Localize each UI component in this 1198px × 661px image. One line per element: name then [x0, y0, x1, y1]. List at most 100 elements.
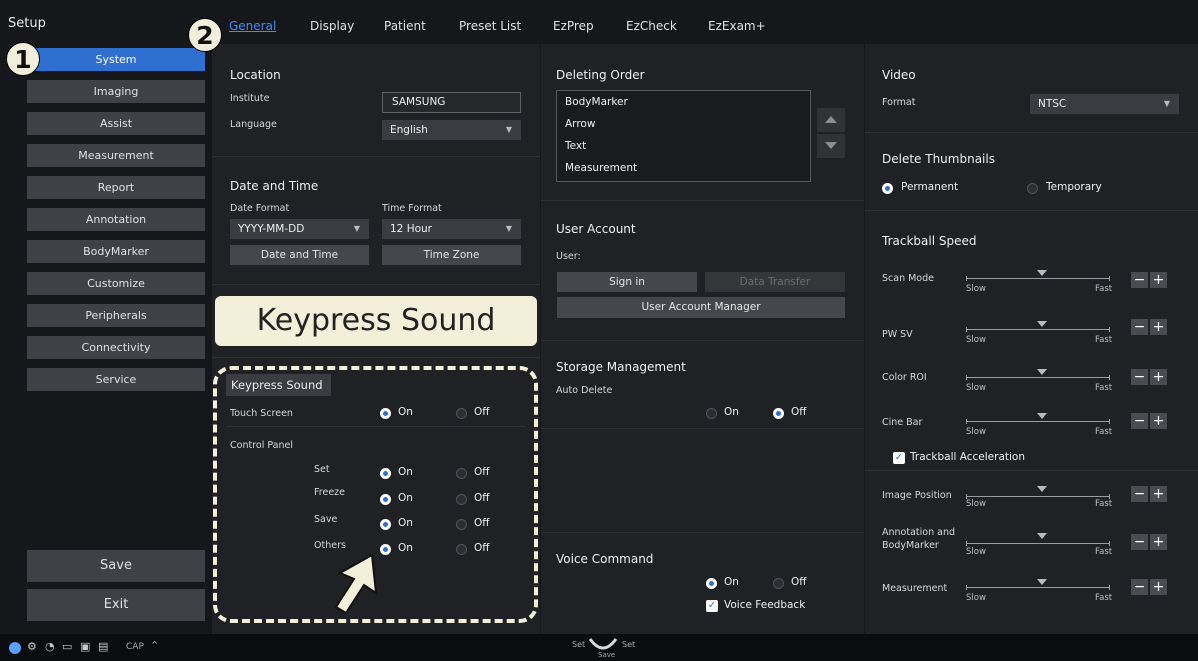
exit-button[interactable]: Exit: [27, 589, 205, 621]
user-icon[interactable]: [9, 642, 21, 654]
color-roi-slider[interactable]: [966, 377, 1110, 378]
tab-patient[interactable]: Patient: [384, 19, 426, 33]
language-dropdown[interactable]: English ▼: [382, 120, 521, 140]
sidebar-item-peripherals[interactable]: Peripherals: [27, 304, 205, 327]
annotation-slider[interactable]: [966, 543, 1110, 544]
date-format-dropdown[interactable]: YYYY-MM-DD ▼: [230, 219, 369, 239]
thumbnails-temporary-radio[interactable]: [1027, 183, 1038, 194]
tab-preset-list[interactable]: Preset List: [459, 19, 521, 33]
image-position-label: Image Position: [882, 490, 952, 501]
cine-bar-slider[interactable]: [966, 421, 1110, 422]
increase-button[interactable]: +: [1150, 486, 1167, 502]
language-value: English: [390, 124, 428, 136]
move-up-button[interactable]: [817, 108, 845, 132]
scan-mode-slider[interactable]: [966, 278, 1110, 279]
slider-thumb[interactable]: [1037, 579, 1047, 585]
arrow-down-icon: [825, 142, 837, 149]
slow-label: Slow: [966, 499, 986, 509]
decrease-button[interactable]: −: [1131, 579, 1148, 595]
video-format-dropdown[interactable]: NTSC ▼: [1030, 94, 1179, 114]
dvr-icon[interactable]: ▣: [80, 640, 90, 653]
keypress-sound-callout: Keypress Sound: [215, 296, 537, 346]
network-icon[interactable]: ⚙: [27, 640, 37, 653]
sidebar-item-report[interactable]: Report: [27, 176, 205, 199]
voice-on-label: On: [724, 576, 739, 588]
voice-on-radio[interactable]: [706, 578, 717, 589]
tab-ezexam[interactable]: EzExam+: [708, 19, 766, 33]
measurement-slider[interactable]: [966, 587, 1110, 588]
deleting-order-list[interactable]: BodyMarker Arrow Text Measurement: [556, 90, 811, 182]
increase-button[interactable]: +: [1150, 369, 1167, 385]
thumbnails-temporary-label: Temporary: [1046, 181, 1102, 193]
video-format-label: Format: [882, 97, 916, 108]
sidebar-item-annotation[interactable]: Annotation: [27, 208, 205, 231]
increase-button[interactable]: +: [1150, 319, 1167, 335]
increase-button[interactable]: +: [1150, 534, 1167, 550]
timer-icon[interactable]: ◔: [45, 640, 55, 653]
institute-input[interactable]: SAMSUNG: [382, 92, 521, 113]
auto-delete-off-radio[interactable]: [773, 408, 784, 419]
save-button[interactable]: Save: [27, 550, 205, 582]
chevron-down-icon: ▼: [505, 224, 512, 233]
fast-label: Fast: [1095, 593, 1113, 603]
sidebar-item-imaging[interactable]: Imaging: [27, 80, 205, 103]
move-down-button[interactable]: [817, 134, 845, 158]
tab-general[interactable]: General: [229, 19, 276, 33]
time-format-label: Time Format: [382, 203, 442, 214]
user-account-manager-button[interactable]: User Account Manager: [557, 297, 845, 318]
sidebar-item-system[interactable]: System: [27, 48, 205, 71]
voice-off-radio[interactable]: [773, 578, 784, 589]
slider-tick: [966, 585, 967, 590]
decrease-button[interactable]: −: [1131, 319, 1148, 335]
video-title: Video: [882, 68, 916, 82]
tab-ezcheck[interactable]: EzCheck: [626, 19, 677, 33]
time-zone-button[interactable]: Time Zone: [382, 245, 521, 265]
slider-thumb[interactable]: [1037, 533, 1047, 539]
list-item[interactable]: BodyMarker: [565, 96, 628, 108]
sidebar-item-connectivity[interactable]: Connectivity: [27, 336, 205, 359]
sign-in-button[interactable]: Sign in: [557, 272, 697, 292]
trackball-acceleration-checkbox[interactable]: ✓: [893, 452, 905, 464]
bodymarker-label: BodyMarker: [882, 540, 939, 551]
sidebar-item-bodymarker[interactable]: BodyMarker: [27, 240, 205, 263]
decrease-button[interactable]: −: [1131, 534, 1148, 550]
list-item[interactable]: Text: [565, 140, 586, 152]
list-item[interactable]: Arrow: [565, 118, 595, 130]
sidebar-item-assist[interactable]: Assist: [27, 112, 205, 135]
chevron-up-icon[interactable]: ⌃: [150, 639, 159, 652]
list-item[interactable]: Measurement: [565, 162, 637, 174]
voice-feedback-checkbox[interactable]: ✓: [706, 600, 718, 612]
data-transfer-button[interactable]: Data Transfer: [705, 272, 845, 292]
decrease-button[interactable]: −: [1131, 413, 1148, 429]
sidebar-item-customize[interactable]: Customize: [27, 272, 205, 295]
sidebar-item-service[interactable]: Service: [27, 368, 205, 391]
slider-thumb[interactable]: [1037, 486, 1047, 492]
date-and-time-button[interactable]: Date and Time: [230, 245, 369, 265]
trackball-icon: [588, 638, 618, 650]
storage-icon[interactable]: ▭: [62, 640, 72, 653]
thumbnails-permanent-radio[interactable]: [882, 183, 893, 194]
increase-button[interactable]: +: [1150, 272, 1167, 288]
caps-lock-indicator: CAP: [126, 642, 144, 652]
decrease-button[interactable]: −: [1131, 369, 1148, 385]
slider-thumb[interactable]: [1037, 270, 1047, 276]
step-badge-2: 2: [188, 18, 222, 52]
trackball-acceleration-label: Trackball Acceleration: [910, 451, 1025, 463]
image-position-slider[interactable]: [966, 496, 1110, 497]
increase-button[interactable]: +: [1150, 579, 1167, 595]
printer-icon[interactable]: ▤: [98, 640, 108, 653]
decrease-button[interactable]: −: [1131, 486, 1148, 502]
slider-thumb[interactable]: [1037, 321, 1047, 327]
slider-thumb[interactable]: [1037, 413, 1047, 419]
tab-ezprep[interactable]: EzPrep: [553, 19, 594, 33]
sidebar-item-measurement[interactable]: Measurement: [27, 144, 205, 167]
pw-sv-slider[interactable]: [966, 329, 1110, 330]
slider-thumb[interactable]: [1037, 369, 1047, 375]
increase-button[interactable]: +: [1150, 413, 1167, 429]
auto-delete-on-radio[interactable]: [706, 408, 717, 419]
tab-display[interactable]: Display: [310, 19, 354, 33]
slider-tick: [1109, 276, 1110, 281]
decrease-button[interactable]: −: [1131, 272, 1148, 288]
slider-tick: [1109, 327, 1110, 332]
time-format-dropdown[interactable]: 12 Hour ▼: [382, 219, 521, 239]
